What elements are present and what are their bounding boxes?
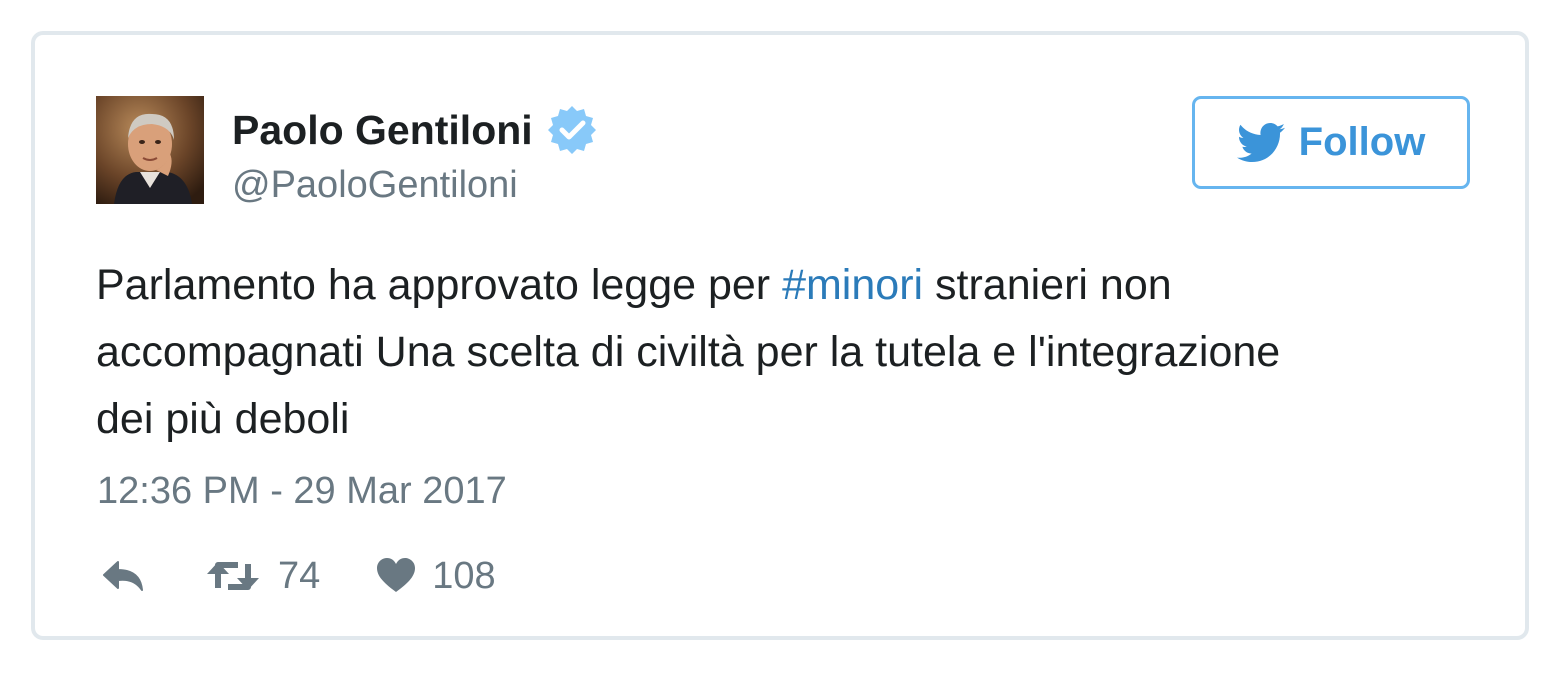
tweet-text-line: Parlamento ha approvato legge per #minor… [96,252,1476,319]
tweet-actions: 74 108 [100,550,496,602]
tweet-text-segment: stranieri non [923,261,1172,309]
heart-icon [377,558,416,592]
avatar-image [96,96,204,204]
like-count: 108 [432,555,496,597]
tweet-text-line: accompagnati Una scelta di civiltà per l… [96,328,1281,376]
avatar[interactable] [96,96,204,204]
twitter-bird-icon [1236,122,1285,162]
retweet-icon [207,562,259,590]
reply-icon [103,561,143,591]
follow-label: Follow [1298,120,1426,164]
tweet-text-segment: Parlamento ha approvato legge per [96,261,783,309]
tweet-text-line: dei più deboli [96,395,350,443]
tweet-timestamp[interactable]: 12:36 PM - 29 Mar 2017 [97,468,507,514]
reply-button[interactable] [100,558,146,594]
verified-badge-icon [547,106,596,154]
hashtag-link[interactable]: #minori [782,261,923,309]
retweet-count: 74 [278,555,321,597]
like-button[interactable]: 108 [376,550,496,602]
retweet-button[interactable]: 74 [204,550,320,602]
author-display-name[interactable]: Paolo Gentiloni [232,104,597,156]
author-handle[interactable]: @PaoloGentiloni [232,162,518,208]
author-name-text[interactable]: Paolo Gentiloni [232,104,533,156]
tweet-text: Parlamento ha approvato legge per #minor… [96,252,1476,453]
follow-button[interactable]: Follow [1192,96,1470,189]
